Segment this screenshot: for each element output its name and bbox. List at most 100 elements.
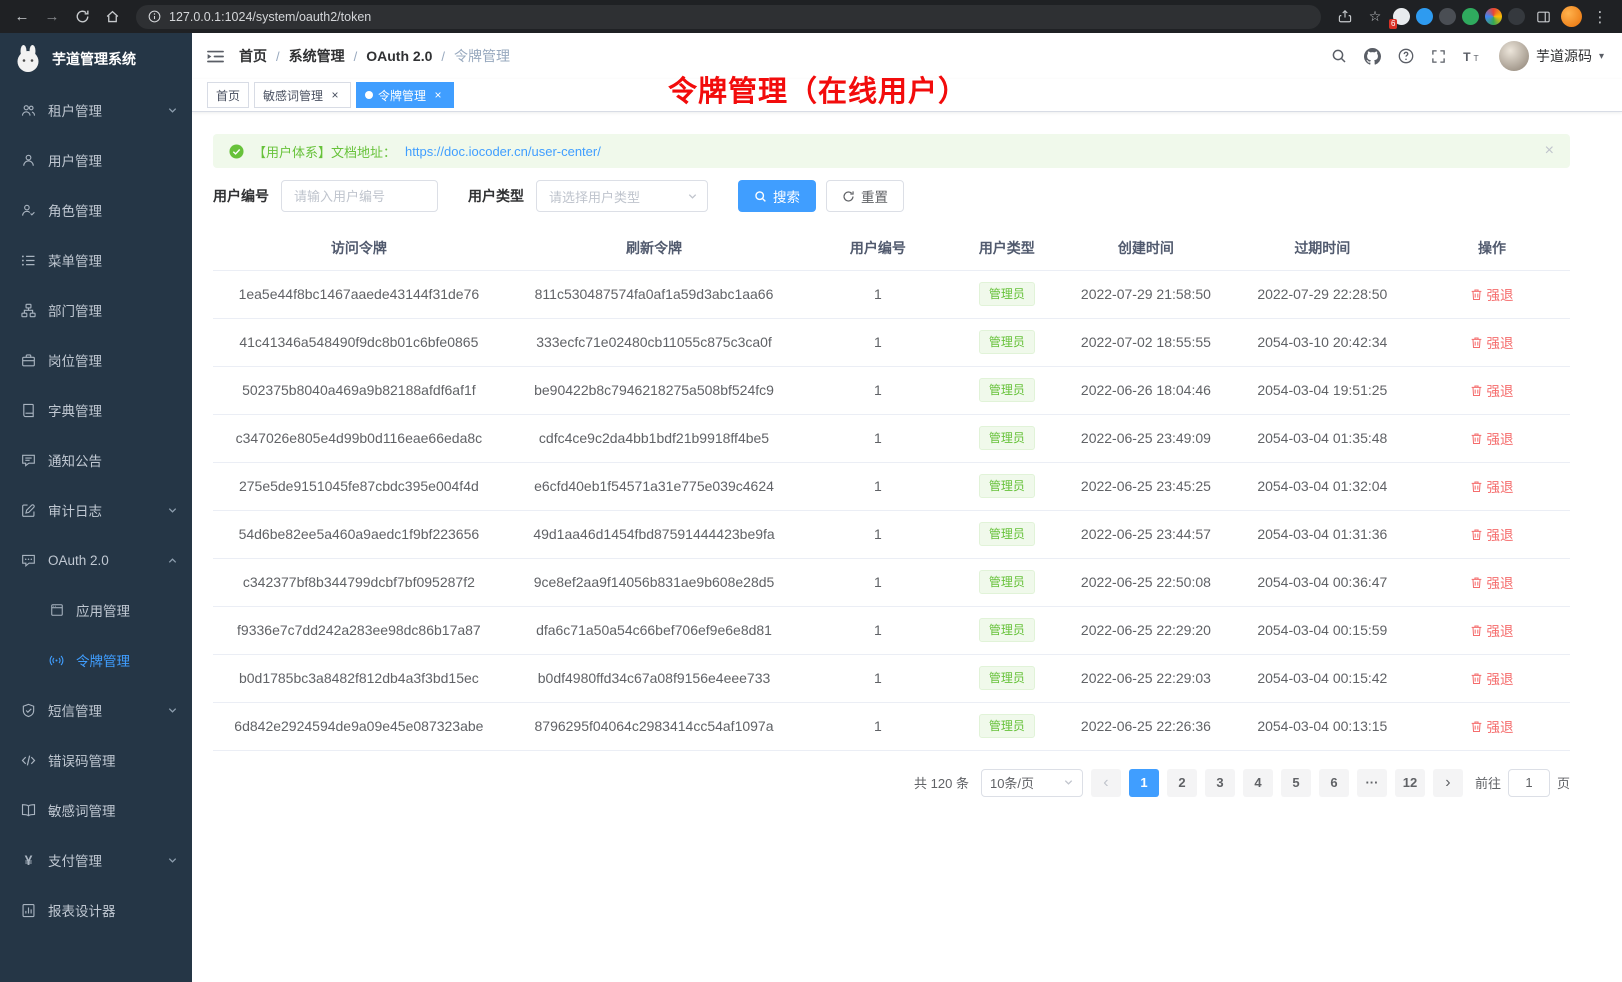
page-button-5[interactable]: 5: [1281, 769, 1311, 797]
action-cell: 强退: [1414, 510, 1570, 558]
reload-icon[interactable]: [70, 5, 94, 29]
forward-icon[interactable]: →: [40, 5, 64, 29]
extension-icon[interactable]: [1416, 8, 1433, 25]
share-icon[interactable]: [1333, 5, 1357, 29]
search-button[interactable]: 搜索: [738, 180, 816, 212]
yen-icon: ¥: [20, 852, 37, 869]
force-logout-button[interactable]: 强退: [1470, 524, 1513, 544]
sidebar-item-app-management[interactable]: 应用管理: [0, 585, 192, 635]
page-button-2[interactable]: 2: [1167, 769, 1197, 797]
page-button-1[interactable]: 1: [1129, 769, 1159, 797]
close-tab-icon[interactable]: ×: [328, 88, 342, 102]
next-page-button[interactable]: ›: [1433, 769, 1463, 797]
github-icon[interactable]: [1364, 48, 1381, 65]
tab-home[interactable]: 首页: [207, 82, 249, 108]
back-icon[interactable]: ←: [10, 5, 34, 29]
sidebar-item-post-management[interactable]: 岗位管理: [0, 335, 192, 385]
force-logout-label: 强退: [1486, 476, 1513, 496]
sidebar-item-payment-management[interactable]: ¥支付管理: [0, 835, 192, 885]
force-logout-button[interactable]: 强退: [1470, 620, 1513, 640]
browser-profile-avatar[interactable]: [1561, 6, 1582, 27]
force-logout-button[interactable]: 强退: [1470, 380, 1513, 400]
force-logout-button[interactable]: 强退: [1470, 668, 1513, 688]
sidebar-item-menu-management[interactable]: 菜单管理: [0, 235, 192, 285]
address-bar[interactable]: 127.0.0.1:1024/system/oauth2/token: [136, 5, 1321, 29]
search-button-label: 搜索: [773, 186, 800, 206]
sidebar-item-error-code-management[interactable]: 错误码管理: [0, 735, 192, 785]
table-body: 1ea5e44f8bc1467aaede43144f31de76811c5304…: [213, 270, 1570, 750]
sidebar-item-role-management[interactable]: 角色管理: [0, 185, 192, 235]
extension-icon[interactable]: [1485, 8, 1502, 25]
help-icon[interactable]: [1398, 48, 1414, 64]
user-menu[interactable]: 芋道源码 ▾: [1499, 41, 1604, 71]
user-type-badge: 管理员: [979, 618, 1035, 642]
expire-time-cell: 2054-03-04 19:51:25: [1231, 366, 1414, 414]
create-time-cell: 2022-06-26 18:04:46: [1061, 366, 1231, 414]
user-type-cell: 管理员: [953, 318, 1062, 366]
sidebar-item-audit-log[interactable]: 审计日志: [0, 485, 192, 535]
sidebar-item-notice-announcement[interactable]: 通知公告: [0, 435, 192, 485]
goto-page-input[interactable]: [1508, 769, 1550, 797]
page-size-select[interactable]: 10条/页: [981, 769, 1083, 797]
font-size-icon[interactable]: TT: [1463, 49, 1482, 64]
browser-menu-icon[interactable]: ⋮: [1588, 5, 1612, 29]
page-size-value: 10条/页: [990, 773, 1034, 792]
force-logout-button[interactable]: 强退: [1470, 572, 1513, 592]
sidebar-item-user-management[interactable]: 用户管理: [0, 135, 192, 185]
site-info-icon[interactable]: [148, 10, 161, 23]
force-logout-button[interactable]: 强退: [1470, 284, 1513, 304]
sidebar-item-label: 敏感词管理: [48, 800, 116, 820]
page-button-12[interactable]: 12: [1395, 769, 1425, 797]
column-header: 过期时间: [1231, 226, 1414, 270]
search-icon[interactable]: [1331, 48, 1347, 64]
sidebar-item-token-management[interactable]: 令牌管理: [0, 635, 192, 685]
extension-icon[interactable]: [1439, 8, 1456, 25]
alert-close-icon[interactable]: ×: [1545, 142, 1554, 160]
bookmark-star-icon[interactable]: ☆: [1363, 5, 1387, 29]
sidebar-item-sensitive-word-management[interactable]: 敏感词管理: [0, 785, 192, 835]
force-logout-button[interactable]: 强退: [1470, 332, 1513, 352]
breadcrumb-item[interactable]: 系统管理: [289, 46, 345, 66]
menu-fold-icon[interactable]: [207, 49, 224, 64]
force-logout-button[interactable]: 强退: [1470, 476, 1513, 496]
page-button-6[interactable]: 6: [1319, 769, 1349, 797]
extension-icon[interactable]: [1508, 8, 1525, 25]
column-header: 操作: [1414, 226, 1570, 270]
user-type-select[interactable]: 请选择用户类型: [536, 180, 708, 212]
side-panel-icon[interactable]: [1531, 5, 1555, 29]
extension-badge: 6: [1389, 19, 1397, 29]
extension-icon[interactable]: [1462, 8, 1479, 25]
refresh-token-cell: b0df4980ffd34c67a08f9156e4eee733: [505, 654, 804, 702]
sidebar-item-sms-management[interactable]: 短信管理: [0, 685, 192, 735]
sidebar-item-dept-management[interactable]: 部门管理: [0, 285, 192, 335]
close-tab-icon[interactable]: ×: [431, 88, 445, 102]
breadcrumb-item[interactable]: 首页: [239, 46, 267, 66]
action-cell: 强退: [1414, 318, 1570, 366]
action-cell: 强退: [1414, 606, 1570, 654]
table-row: b0d1785bc3a8482f812db4a3f3bd15ecb0df4980…: [213, 654, 1570, 702]
force-logout-button[interactable]: 强退: [1470, 428, 1513, 448]
sidebar-item-report-designer[interactable]: 报表设计器: [0, 885, 192, 935]
page-button-3[interactable]: 3: [1205, 769, 1235, 797]
prev-page-button[interactable]: ‹: [1091, 769, 1121, 797]
tab-token-management[interactable]: 令牌管理×: [356, 82, 454, 108]
fullscreen-icon[interactable]: [1431, 49, 1446, 64]
doc-link[interactable]: https://doc.iocoder.cn/user-center/: [405, 144, 601, 159]
tab-sensitive-word-management[interactable]: 敏感词管理×: [254, 82, 351, 108]
app-logo[interactable]: 芋道管理系统: [0, 33, 192, 85]
reset-button[interactable]: 重置: [826, 180, 904, 212]
create-time-cell: 2022-06-25 23:45:25: [1061, 462, 1231, 510]
home-icon[interactable]: [100, 5, 124, 29]
extension-icon[interactable]: 6: [1393, 8, 1410, 25]
breadcrumb-item[interactable]: OAuth 2.0: [366, 48, 432, 64]
page-button-4[interactable]: 4: [1243, 769, 1273, 797]
sidebar-item-dict-management[interactable]: 字典管理: [0, 385, 192, 435]
sidebar-item-label: 字典管理: [48, 400, 102, 420]
more-pages-button[interactable]: ···: [1357, 769, 1387, 797]
user-id-input[interactable]: [281, 180, 438, 212]
force-logout-button[interactable]: 强退: [1470, 716, 1513, 736]
sidebar-item-oauth2[interactable]: OAuth 2.0: [0, 535, 192, 585]
sidebar-item-label: 用户管理: [48, 150, 102, 170]
sidebar-item-tenant-management[interactable]: 租户管理: [0, 85, 192, 135]
user-id-cell: 1: [803, 462, 952, 510]
